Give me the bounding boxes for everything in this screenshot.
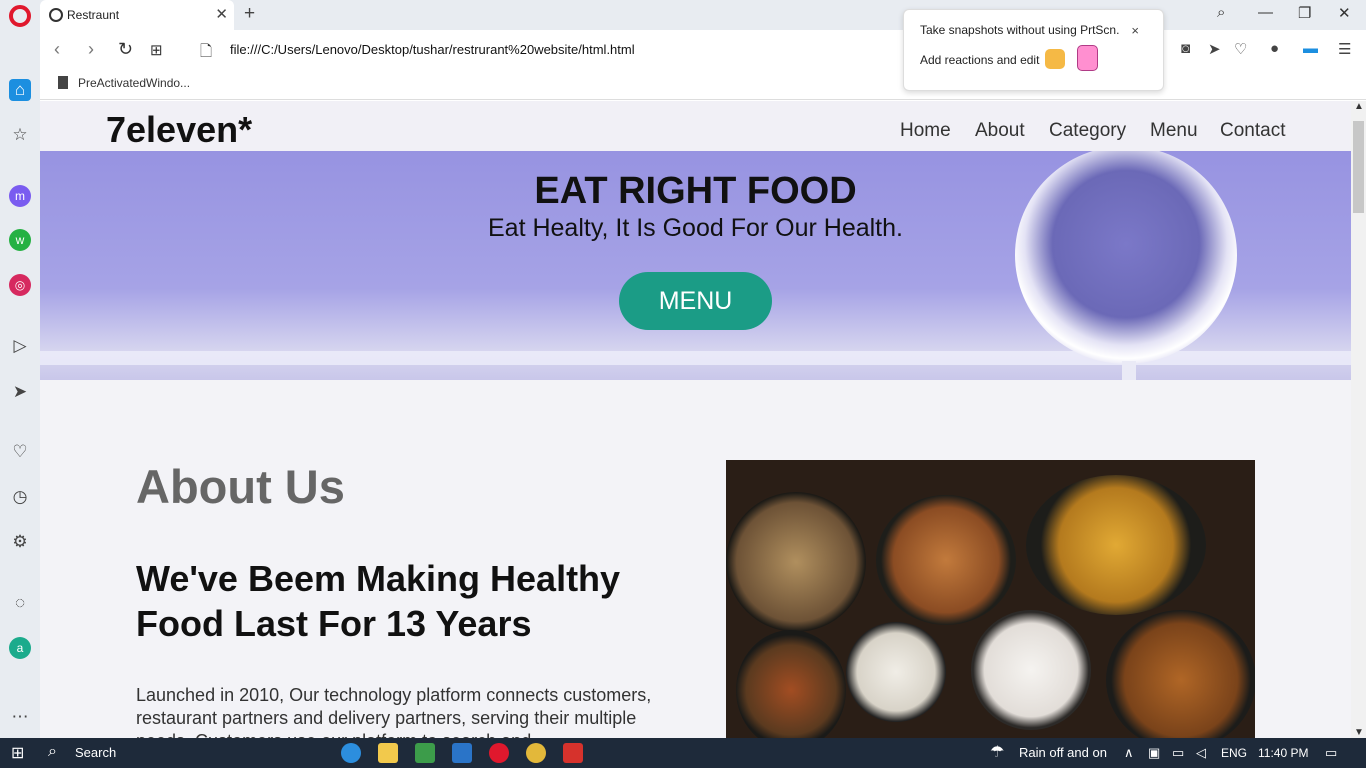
food-image (726, 460, 1255, 738)
about-heading: We've Beem Making Healthy Food Last For … (136, 558, 621, 644)
store-icon[interactable] (415, 743, 435, 763)
messenger-icon[interactable]: m (9, 185, 31, 207)
search-icon[interactable]: ⌕ (48, 743, 57, 761)
scroll-up-arrow[interactable]: ▲ (1354, 101, 1364, 112)
chrome-icon[interactable] (526, 743, 546, 763)
new-tab-button[interactable]: + (244, 3, 255, 25)
battery-saver-icon[interactable]: ▬ (1303, 40, 1318, 57)
player-icon[interactable]: ▷ (9, 335, 31, 357)
amazon-icon[interactable]: a (9, 637, 31, 659)
file-explorer-icon[interactable] (378, 743, 398, 763)
back-button[interactable]: ‹ (54, 39, 60, 60)
menu-button[interactable]: MENU (619, 272, 772, 330)
task-view-icon[interactable] (302, 743, 322, 763)
emoji-sticker-icon (1045, 49, 1065, 69)
windows-taskbar: ⊞ ⌕ Search ☂ Rain off and on ∧ ▣ ▭ ◁ ENG… (0, 738, 1366, 768)
popup-close-button[interactable]: × (1131, 23, 1139, 38)
history-clock-icon[interactable]: ◷ (9, 486, 31, 508)
nav-home[interactable]: Home (900, 120, 951, 142)
scroll-down-arrow[interactable]: ▼ (1354, 727, 1364, 738)
curry-dish (1026, 475, 1206, 615)
fried-chicken-dish (876, 495, 1016, 625)
home-icon[interactable]: ⌂ (9, 79, 31, 101)
tab-title: Restraunt (67, 8, 120, 22)
hero-title: EAT RIGHT FOOD (534, 170, 857, 212)
site-header: 7eleven* Home About Category Menu Contac… (40, 101, 1351, 151)
tabs-grid-icon[interactable]: ⊞ (150, 41, 163, 59)
network-icon[interactable]: ▣ (1148, 745, 1160, 761)
camera-icon[interactable]: ◙ (1181, 40, 1190, 57)
easy-setup-icon[interactable]: ☰ (1338, 40, 1351, 58)
volume-icon[interactable]: ◁ (1196, 745, 1206, 761)
popup-line-1: Take snapshots without using PrtScn. (920, 23, 1120, 37)
nav-contact[interactable]: Contact (1220, 120, 1285, 142)
browser-tab[interactable]: Restraunt ✕ (40, 0, 234, 30)
language-indicator[interactable]: ENG (1221, 746, 1247, 760)
notifications-icon[interactable]: ▭ (1325, 745, 1337, 761)
about-title: About Us (136, 460, 345, 513)
restore-button[interactable]: ❐ (1298, 4, 1311, 22)
forward-button[interactable]: › (88, 39, 94, 60)
bookmarks-bar: PreActivatedWindo... (40, 70, 1366, 100)
instagram-icon[interactable]: ◎ (9, 274, 31, 296)
search-tabs-icon[interactable]: ⌕ (1217, 4, 1225, 21)
hero-subtitle: Eat Healty, It Is Good For Our Health. (488, 214, 903, 242)
bookmark-page-icon (58, 76, 68, 89)
star-icon[interactable]: ☆ (9, 124, 31, 146)
send-icon[interactable]: ➤ (1208, 40, 1221, 58)
wps-icon[interactable] (563, 743, 583, 763)
globe-icon (49, 8, 63, 22)
chair-base (1122, 361, 1136, 380)
close-tab-icon[interactable]: ✕ (215, 5, 228, 23)
nav-menu[interactable]: Menu (1150, 120, 1198, 142)
nav-category[interactable]: Category (1049, 120, 1126, 142)
site-logo[interactable]: 7eleven* (106, 109, 252, 151)
battery-icon[interactable]: ▭ (1172, 745, 1184, 761)
minimize-button[interactable]: — (1258, 4, 1273, 21)
rice-bowl (846, 622, 946, 722)
favorites-heart-icon[interactable]: ♡ (9, 441, 31, 463)
more-options-icon[interactable]: ⋯ (9, 706, 31, 728)
reload-button[interactable]: ↻ (118, 39, 133, 60)
clock[interactable]: 11:40 PM (1258, 746, 1308, 760)
cat-sticker-icon (1077, 45, 1098, 71)
stirfry-dish (736, 630, 846, 738)
edge-icon[interactable] (341, 743, 361, 763)
snapshot-popup: Take snapshots without using PrtScn. × A… (903, 9, 1164, 91)
close-window-button[interactable]: ✕ (1338, 4, 1351, 22)
opera-taskbar-icon[interactable] (489, 743, 509, 763)
page-viewport: 7eleven* Home About Category Menu Contac… (40, 101, 1351, 738)
noodle-dish (726, 492, 866, 632)
opera-logo-icon[interactable] (9, 5, 31, 27)
popup-line-2: Add reactions and edit (920, 53, 1040, 67)
nav-about[interactable]: About (975, 120, 1025, 142)
bookmark-item[interactable]: PreActivatedWindo... (78, 76, 190, 90)
heart-icon[interactable]: ♡ (1234, 40, 1247, 58)
mail-icon[interactable] (452, 743, 472, 763)
scroll-thumb[interactable] (1353, 121, 1364, 213)
profile-icon[interactable]: ● (1270, 40, 1279, 57)
shrimp-dish (1106, 610, 1255, 738)
whatsapp-icon[interactable]: w (9, 229, 31, 251)
url-field[interactable]: file:///C:/Users/Lenovo/Desktop/tushar/r… (230, 42, 635, 57)
address-bar: ‹ › ↻ ⊞ 🗋 file:///C:/Users/Lenovo/Deskto… (40, 30, 1366, 70)
file-icon: 🗋 (200, 43, 213, 60)
hero-banner: EAT RIGHT FOOD Eat Healty, It Is Good Fo… (40, 151, 1351, 380)
about-text: Launched in 2010, Our technology platfor… (136, 685, 652, 738)
soup-bowl (971, 610, 1091, 730)
taskbar-search[interactable]: Search (75, 745, 116, 760)
tips-bulb-icon[interactable]: ◌ (9, 592, 31, 614)
weather-text[interactable]: Rain off and on (1019, 745, 1107, 760)
windows-start-icon[interactable]: ⊞ (11, 743, 24, 763)
browser-sidebar: ⌂ ☆ m w ◎ ▷ ➤ ♡ ◷ ⚙ ◌ a ⋯ (0, 30, 40, 738)
tray-chevron-icon[interactable]: ∧ (1124, 745, 1134, 761)
settings-gear-icon[interactable]: ⚙ (9, 531, 31, 553)
weather-umbrella-icon[interactable]: ☂ (990, 742, 1004, 762)
page-scrollbar[interactable]: ▲ ▼ (1351, 101, 1366, 738)
send-sidebar-icon[interactable]: ➤ (9, 381, 31, 403)
